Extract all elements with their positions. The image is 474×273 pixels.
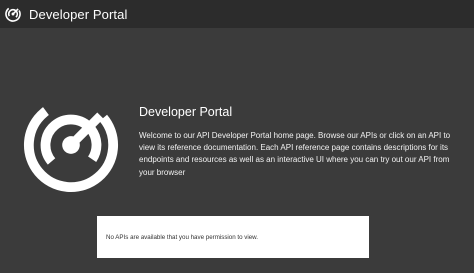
- top-navbar: Developer Portal: [0, 0, 474, 28]
- portal-logo-icon: [22, 96, 120, 194]
- hero-text: Developer Portal Welcome to our API Deve…: [139, 105, 459, 179]
- portal-logo-icon[interactable]: [5, 6, 21, 22]
- hero-description: Welcome to our API Developer Portal home…: [139, 131, 451, 177]
- portal-title-link[interactable]: Developer Portal: [29, 7, 127, 22]
- hero-title: Developer Portal: [139, 105, 233, 119]
- no-apis-message: No APIs are available that you have perm…: [106, 233, 259, 241]
- no-apis-panel: No APIs are available that you have perm…: [97, 216, 369, 258]
